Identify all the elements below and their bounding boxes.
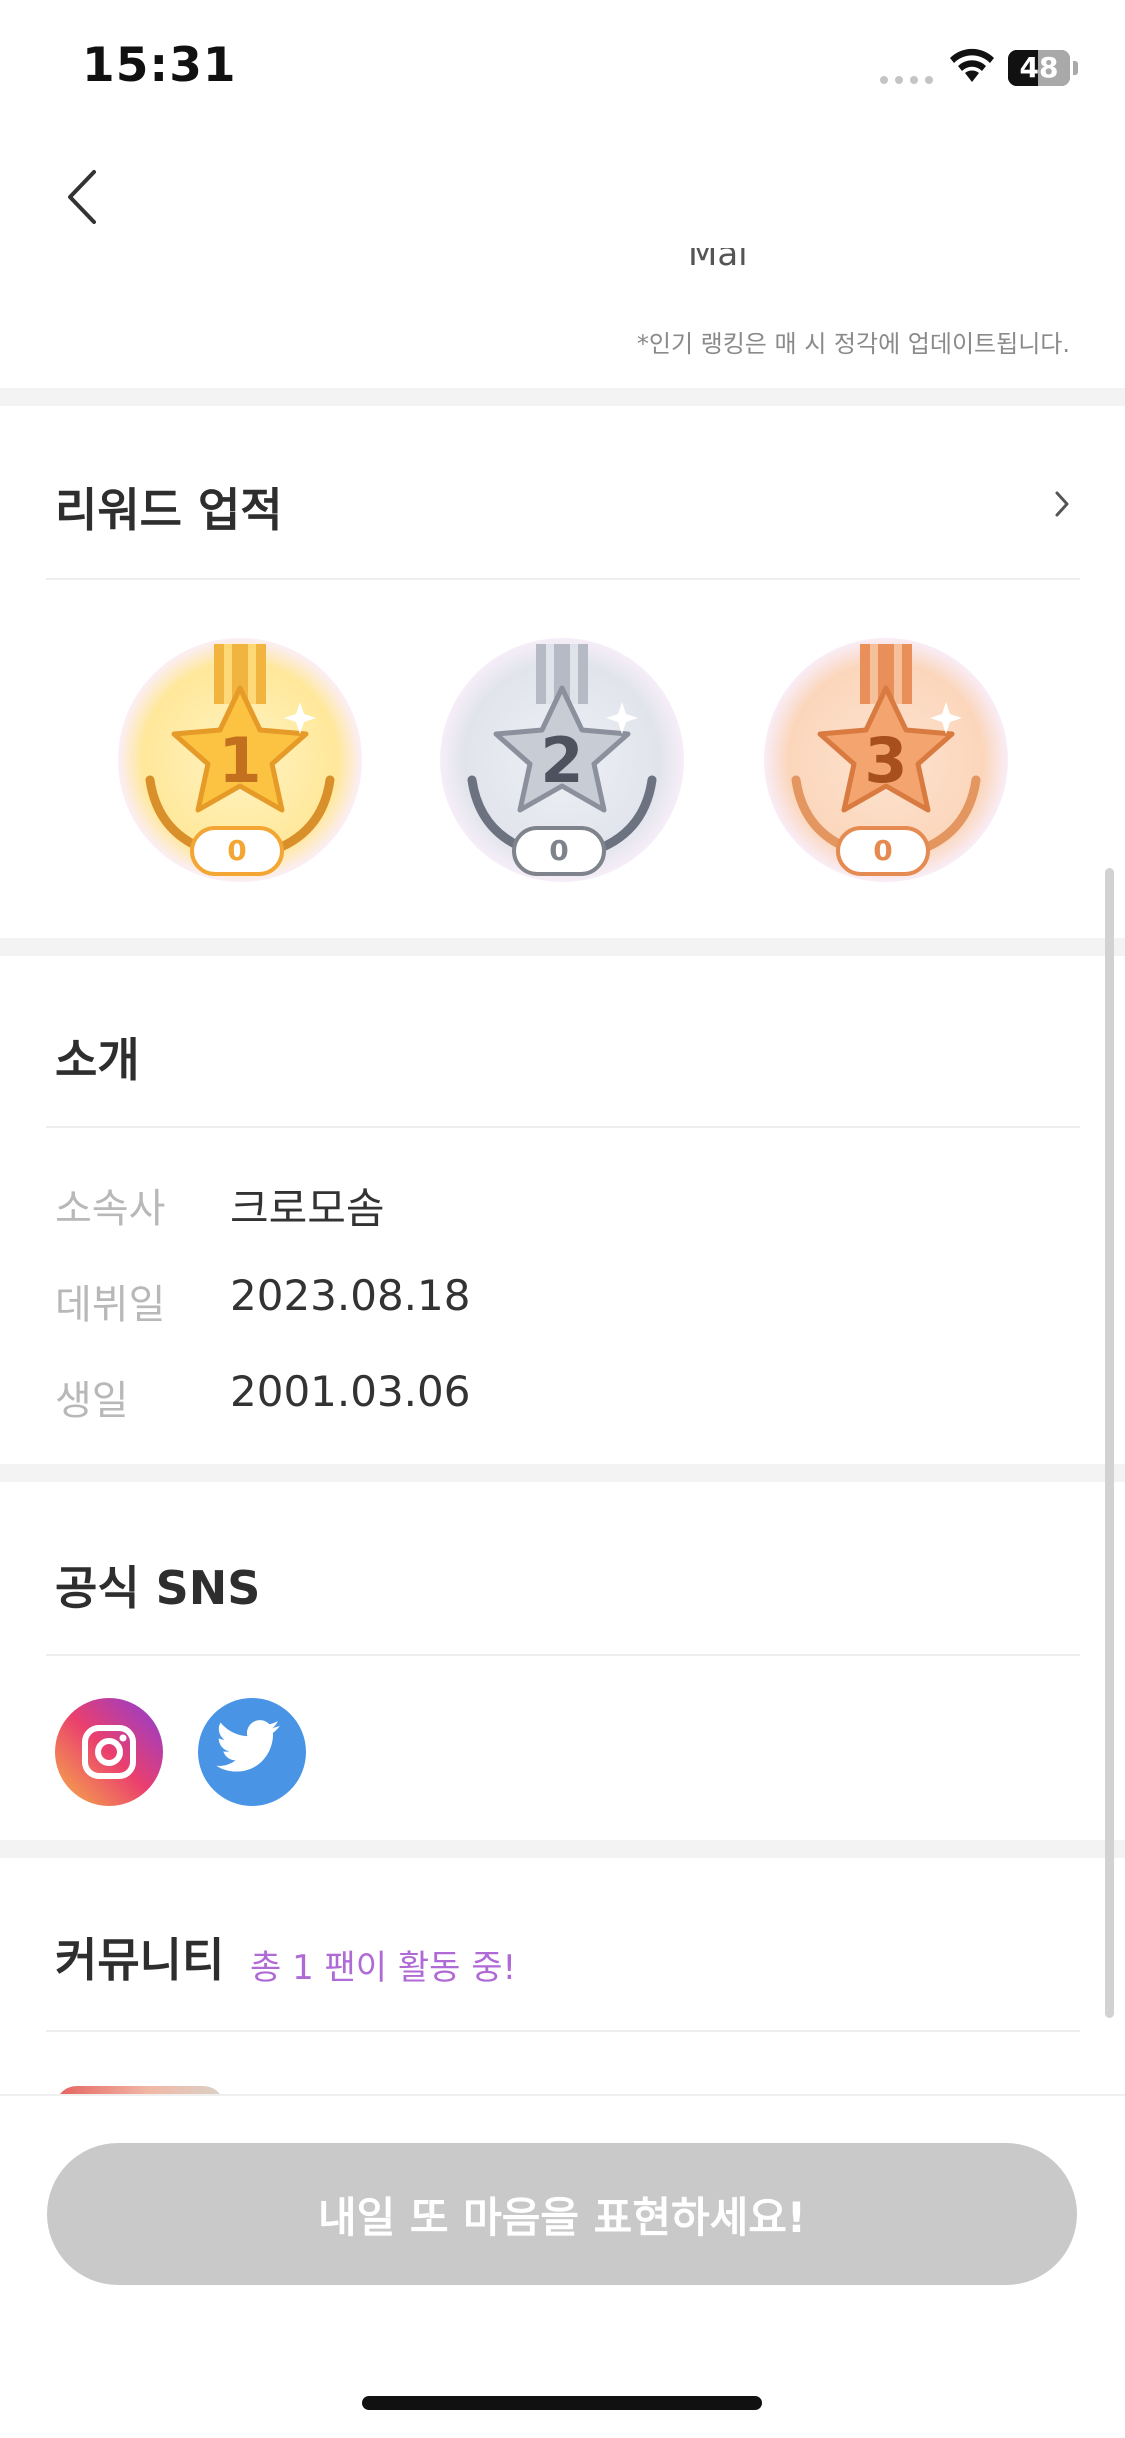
birthday-value: 2001.03.06	[230, 1367, 471, 1416]
section-divider	[0, 388, 1125, 406]
bronze-medal-count: 0	[836, 826, 930, 876]
gold-medal: 1 0	[110, 630, 370, 890]
debut-date-label: 데뷔일	[55, 1282, 166, 1328]
wifi-icon	[950, 48, 994, 82]
twitter-button[interactable]	[198, 1698, 306, 1806]
rewards-title: 리워드 업적	[55, 483, 283, 537]
instagram-button[interactable]	[55, 1698, 163, 1806]
community-fan-count: 총 1 팬이 활동 중!	[250, 1948, 517, 1988]
community-separator	[46, 2030, 1080, 2032]
section-divider	[0, 1840, 1125, 1858]
intro-title: 소개	[55, 1033, 140, 1087]
birthday-label: 생일	[55, 1378, 129, 1424]
home-indicator	[362, 2396, 762, 2410]
twitter-icon	[216, 1720, 281, 1772]
silver-medal-count: 0	[512, 826, 606, 876]
battery-cap	[1073, 61, 1078, 75]
instagram-icon	[82, 1725, 136, 1779]
status-bar: 15:31 48	[0, 0, 1125, 140]
express-heart-button[interactable]: 내일 또 마음을 표현하세요!	[47, 2143, 1077, 2285]
sns-title: 공식 SNS	[55, 1561, 261, 1615]
cellular-signal-icon	[880, 76, 934, 84]
agency-label: 소속사	[55, 1186, 166, 1232]
silver-medal: 2 0	[432, 630, 692, 890]
partial-ranking-text: Mai	[688, 248, 748, 274]
debut-date-value: 2023.08.18	[230, 1271, 471, 1320]
status-time: 15:31	[82, 38, 237, 93]
svg-text:1: 1	[218, 724, 261, 797]
section-divider	[0, 938, 1125, 956]
section-divider	[0, 1464, 1125, 1482]
battery-icon: 48	[1008, 50, 1070, 86]
back-arrow-icon[interactable]	[60, 160, 110, 235]
agency-value: 크로모솜	[230, 1184, 385, 1233]
community-title: 커뮤니티	[55, 1933, 225, 1987]
intro-separator	[46, 1126, 1080, 1128]
svg-text:3: 3	[864, 724, 907, 797]
gold-medal-count: 0	[190, 826, 284, 876]
chevron-right-icon[interactable]	[1052, 489, 1072, 519]
battery-level: 48	[1019, 51, 1059, 84]
rewards-separator	[46, 578, 1080, 580]
bronze-medal: 3 0	[756, 630, 1016, 890]
ranking-update-note: *인기 랭킹은 매 시 정각에 업데이트됩니다.	[636, 330, 1070, 358]
scrollbar[interactable]	[1105, 868, 1114, 2018]
svg-text:2: 2	[540, 724, 583, 797]
sns-separator	[46, 1654, 1080, 1656]
